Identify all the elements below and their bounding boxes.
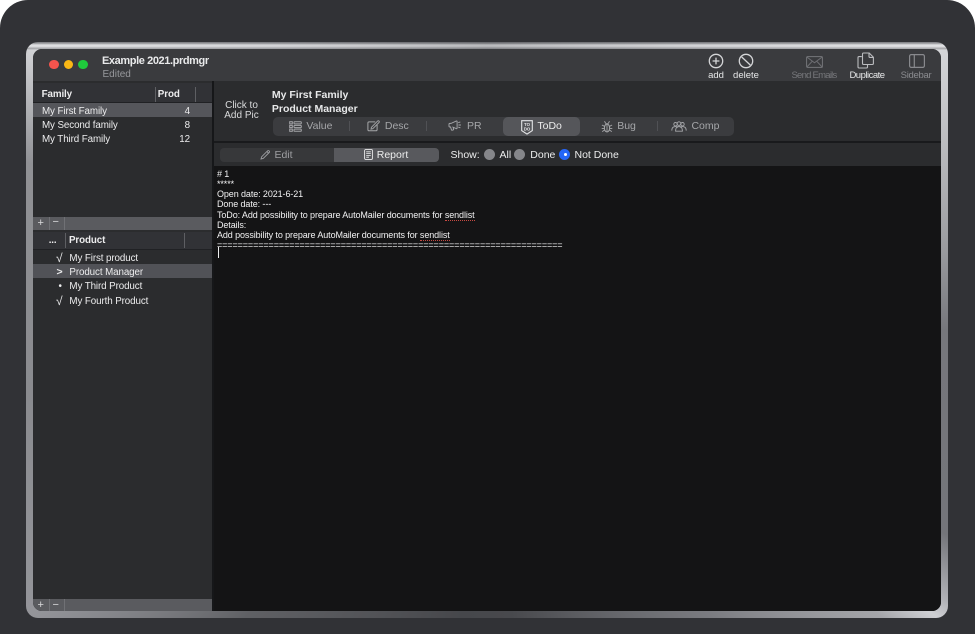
svg-text:DO: DO bbox=[524, 126, 531, 131]
